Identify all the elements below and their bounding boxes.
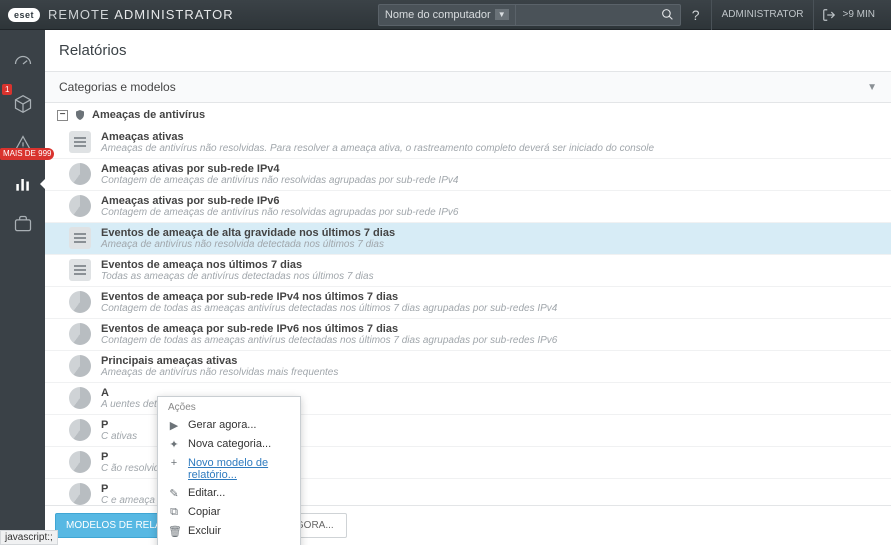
report-description: Contagem de todas as ameaças antivírus d… — [101, 335, 557, 346]
search-scope-select[interactable]: Nome do computador ▼ — [379, 5, 516, 25]
briefcase-icon — [13, 214, 33, 234]
report-title: Eventos de ameaça por sub-rede IPv6 nos … — [101, 323, 557, 335]
status-bar: javascript:; — [0, 530, 58, 545]
report-description: C ativas — [101, 431, 137, 442]
menu-item-icon: ✎ — [168, 487, 180, 500]
chart-icon — [13, 174, 33, 194]
brand-name: REMOTE ADMINISTRATOR — [48, 7, 234, 22]
report-row[interactable]: Principais ameaças ativasAmeaças de anti… — [45, 351, 891, 383]
top-bar: eset REMOTE ADMINISTRATOR Nome do comput… — [0, 0, 891, 30]
report-description: Contagem de ameaças de antivírus não res… — [101, 175, 458, 186]
pie-chart-icon — [69, 483, 91, 505]
nav-reports[interactable] — [0, 164, 45, 204]
pie-chart-icon — [69, 291, 91, 313]
panel-title: Categorias e modelos — [59, 80, 176, 94]
menu-item-icon: ⧉ — [168, 506, 180, 519]
pie-chart-icon — [69, 419, 91, 441]
report-row[interactable]: Ameaças ativasAmeaças de antivírus não r… — [45, 127, 891, 159]
menu-item-label: Excluir — [188, 525, 221, 537]
brand-bold: ADMINISTRATOR — [114, 7, 233, 22]
context-menu-item[interactable]: ▶ Gerar agora... — [158, 416, 300, 435]
shield-icon — [74, 109, 86, 121]
logout-button[interactable]: >9 MIN — [813, 0, 883, 30]
report-title: Eventos de ameaça de alta gravidade nos … — [101, 227, 395, 239]
side-nav: 1 MAIS DE 999 — [0, 30, 45, 545]
help-button[interactable]: ? — [681, 7, 711, 23]
logout-time: >9 MIN — [842, 9, 875, 20]
cube-icon — [13, 94, 33, 114]
brand-logo: eset — [8, 8, 40, 22]
menu-item-label: Copiar — [188, 506, 220, 518]
panel-collapse-toggle[interactable]: ▼ — [867, 82, 877, 93]
pie-chart-icon — [69, 195, 91, 217]
report-title: Ameaças ativas por sub-rede IPv4 — [101, 163, 458, 175]
pie-chart-icon — [69, 355, 91, 377]
nav-computers[interactable]: 1 — [0, 84, 45, 124]
context-menu-item[interactable]: ✎ Editar... — [158, 484, 300, 503]
context-menu-item[interactable]: ⧉ Copiar — [158, 503, 300, 522]
report-title: Ameaças ativas por sub-rede IPv6 — [101, 195, 458, 207]
help-icon: ? — [692, 7, 700, 23]
report-title: Eventos de ameaça nos últimos 7 dias — [101, 259, 374, 271]
nav-admin[interactable] — [0, 204, 45, 244]
nav-badge-big: MAIS DE 999 — [0, 148, 54, 160]
pie-chart-icon — [69, 323, 91, 345]
report-row[interactable]: Eventos de ameaça de alta gravidade nos … — [45, 223, 891, 255]
report-description: Todas as ameaças de antivírus detectadas… — [101, 271, 374, 282]
menu-item-label: Editar... — [188, 487, 225, 499]
search-scope-label: Nome do computador — [385, 9, 491, 21]
pie-chart-icon — [69, 163, 91, 185]
category-label: Ameaças de antivírus — [92, 109, 205, 121]
pie-chart-icon — [69, 451, 91, 473]
report-row[interactable]: Ameaças ativas por sub-rede IPv6Contagem… — [45, 191, 891, 223]
gauge-icon — [13, 54, 33, 74]
list-icon — [69, 227, 91, 249]
panel-header: Categorias e modelos ▼ — [45, 72, 891, 103]
menu-item-label: Novo modelo de relatório... — [188, 457, 290, 481]
report-row[interactable]: Eventos de ameaça por sub-rede IPv4 nos … — [45, 287, 891, 319]
context-menu: Ações ▶ Gerar agora... ✦ Nova categoria... +… — [157, 396, 301, 545]
user-label: ADMINISTRATOR — [722, 9, 804, 20]
report-row[interactable]: Eventos de ameaça por sub-rede IPv6 nos … — [45, 319, 891, 351]
report-description: Ameaça de antivírus não resolvida detect… — [101, 239, 395, 250]
context-menu-item[interactable]: 🗑 Excluir — [158, 522, 300, 541]
search-box[interactable]: Nome do computador ▼ — [378, 4, 681, 26]
list-icon — [69, 259, 91, 281]
report-title: Principais ameaças ativas — [101, 355, 338, 367]
menu-item-label: Nova categoria... — [188, 438, 271, 450]
pie-chart-icon — [69, 387, 91, 409]
report-description: Ameaças de antivírus não resolvidas. Par… — [101, 143, 654, 154]
report-title: Ameaças ativas — [101, 131, 654, 143]
nav-badge-small: 1 — [2, 84, 12, 95]
expand-toggle[interactable]: − — [57, 110, 68, 121]
search-input[interactable] — [516, 9, 656, 21]
page-title: Relatórios — [45, 30, 891, 72]
nav-dashboard[interactable] — [0, 44, 45, 84]
report-description: Ameaças de antivírus não resolvidas mais… — [101, 367, 338, 378]
report-row[interactable]: Ameaças ativas por sub-rede IPv4Contagem… — [45, 159, 891, 191]
report-row[interactable]: Eventos de ameaça nos últimos 7 diasToda… — [45, 255, 891, 287]
brand-light: REMOTE — [48, 7, 114, 22]
chevron-down-icon: ▼ — [495, 9, 509, 20]
user-menu[interactable]: ADMINISTRATOR — [711, 0, 814, 30]
context-menu-item[interactable]: ⤓Importar... — [158, 541, 300, 545]
menu-item-icon: 🗑 — [168, 525, 180, 538]
context-menu-item[interactable]: + Novo modelo de relatório... — [158, 454, 300, 484]
report-description: Contagem de todas as ameaças antivírus d… — [101, 303, 557, 314]
menu-item-icon: ▶ — [168, 419, 180, 432]
report-description: Contagem de ameaças de antivírus não res… — [101, 207, 458, 218]
list-icon — [69, 131, 91, 153]
context-menu-header: Ações — [158, 397, 300, 416]
search-button[interactable] — [656, 4, 680, 26]
logout-icon — [822, 8, 836, 22]
menu-item-icon: + — [168, 457, 180, 469]
search-icon — [661, 8, 674, 21]
category-row[interactable]: − Ameaças de antivírus — [45, 107, 891, 127]
menu-item-label: Gerar agora... — [188, 419, 256, 431]
menu-item-icon: ✦ — [168, 438, 180, 451]
report-title: P — [101, 419, 137, 431]
report-title: Eventos de ameaça por sub-rede IPv4 nos … — [101, 291, 557, 303]
context-menu-item[interactable]: ✦ Nova categoria... — [158, 435, 300, 454]
